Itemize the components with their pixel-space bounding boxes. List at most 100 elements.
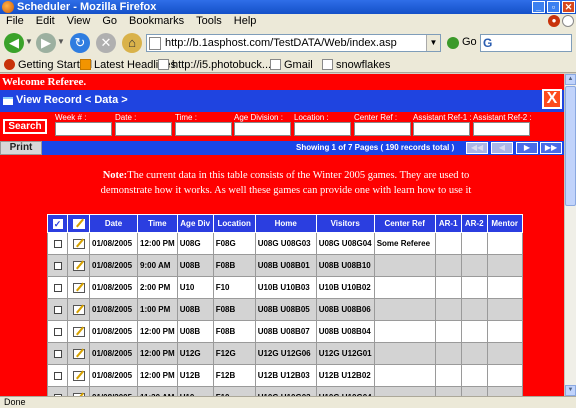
menu-help[interactable]: Help	[228, 14, 263, 29]
bookmark-photobucket[interactable]: http://i5.photobuck...	[158, 59, 271, 71]
edit-icon[interactable]	[72, 348, 85, 359]
table-row[interactable]: 01/08/2005 12:00 PM U08B F08B U08B U08B07 U08…	[47, 320, 523, 343]
cell-ar1	[434, 298, 462, 321]
edit-icon[interactable]	[72, 326, 85, 337]
cell-time: 9:00 AM	[137, 254, 178, 277]
bookmark-snowflakes[interactable]: snowflakes	[322, 59, 390, 71]
filter-age-division-input[interactable]	[234, 122, 291, 136]
table-row[interactable]: 01/08/2005 12:00 PM U12B F12B U12B U12B03 U12…	[47, 364, 523, 387]
back-button[interactable]: ◀	[4, 33, 24, 53]
filter-date-input[interactable]	[115, 122, 172, 136]
table-row[interactable]: 01/08/200511:30 AMU10F10U10G U10G03U10G …	[47, 386, 523, 396]
table-row[interactable]: 01/08/2005 1:00 PM U08B F08B U08B U08B05 U08B…	[47, 298, 523, 321]
row-checkbox[interactable]	[53, 239, 62, 248]
row-edit-cell[interactable]	[67, 254, 90, 277]
cell-age-div: U10	[176, 276, 214, 299]
select-all-checkbox[interactable]: ✓	[52, 218, 63, 229]
menu-file[interactable]: File	[0, 14, 30, 29]
close-window-button[interactable]: ✕	[562, 1, 575, 13]
first-page-button[interactable]: ◀◀	[466, 142, 488, 154]
row-select-cell[interactable]	[47, 298, 68, 321]
row-select-cell[interactable]	[47, 320, 68, 343]
search-button[interactable]: Search	[3, 119, 47, 134]
row-edit-cell[interactable]	[67, 342, 90, 365]
cell-date: 01/08/2005	[89, 276, 138, 299]
filter-center-ref-input[interactable]	[354, 122, 411, 136]
back-dropdown-icon[interactable]: ▼	[25, 37, 33, 46]
last-page-button[interactable]: ▶▶	[540, 142, 562, 154]
scroll-up-icon[interactable]: ▲	[565, 74, 576, 85]
table-row[interactable]: 01/08/2005 9:00 AM U08B F08B U08B U08B01 U08B…	[47, 254, 523, 277]
row-select-cell[interactable]	[47, 276, 68, 299]
cell-date: 01/08/2005	[89, 364, 138, 387]
menu-bookmarks[interactable]: Bookmarks	[123, 14, 190, 29]
scroll-down-icon[interactable]: ▼	[565, 385, 576, 396]
go-icon[interactable]	[447, 37, 459, 49]
edit-icon[interactable]	[72, 238, 85, 249]
welcome-text: Welcome Referee.	[2, 76, 87, 88]
next-page-button[interactable]: ▶	[516, 142, 538, 154]
table-row[interactable]: 01/08/2005 12:00 PM U12G F12G U12G U12G06 U12…	[47, 342, 523, 365]
reload-button[interactable]: ↻	[70, 33, 90, 53]
row-edit-cell[interactable]	[67, 232, 90, 255]
bookmark-getting-started[interactable]: Getting Started	[4, 59, 92, 71]
row-edit-cell[interactable]	[67, 320, 90, 343]
row-checkbox[interactable]	[53, 283, 62, 292]
view-record-bar: View Record < Data >	[0, 90, 564, 112]
cell-visitors: U10B U10B02	[315, 276, 375, 299]
bookmark-gmail[interactable]: Gmail	[270, 59, 313, 71]
page-scrollbar[interactable]: ▲ ▼	[564, 74, 576, 396]
url-dropdown-icon[interactable]: ▼	[426, 35, 440, 51]
edit-icon[interactable]	[72, 304, 85, 315]
home-button[interactable]: ⌂	[122, 33, 142, 53]
row-select-cell[interactable]	[47, 254, 68, 277]
row-checkbox[interactable]	[53, 349, 62, 358]
row-checkbox[interactable]	[53, 327, 62, 336]
row-edit-cell[interactable]	[67, 364, 90, 387]
prev-page-button[interactable]: ◀	[491, 142, 513, 154]
row-select-cell[interactable]	[47, 232, 68, 255]
select-all-header[interactable]: ✓	[47, 214, 68, 233]
url-field[interactable]: http://b.1asphost.com/TestDATA/Web/index…	[146, 34, 441, 52]
forward-dropdown-icon[interactable]: ▼	[57, 37, 65, 46]
search-field[interactable]: G	[480, 34, 572, 52]
row-select-cell[interactable]	[47, 342, 68, 365]
table-row[interactable]: 01/08/2005 2:00 PM U10 F10 U10B U10B03 U10B U…	[47, 276, 523, 299]
row-checkbox[interactable]	[53, 305, 62, 314]
filter-week-input[interactable]	[55, 122, 112, 136]
cell-date: 01/08/2005	[89, 232, 138, 255]
filter-ar1-input[interactable]	[413, 122, 470, 136]
filter-location-input[interactable]	[294, 122, 351, 136]
table-row[interactable]: 01/08/2005 12:00 PM U08G F08G U08G U08G03 U08…	[47, 232, 523, 255]
close-view-button[interactable]: X	[542, 89, 562, 109]
edit-icon[interactable]	[72, 260, 85, 271]
cell-date: 01/08/2005	[89, 342, 138, 365]
forward-button[interactable]: ▶	[36, 33, 56, 53]
menu-edit[interactable]: Edit	[30, 14, 61, 29]
row-checkbox[interactable]	[53, 261, 62, 270]
scroll-thumb[interactable]	[565, 86, 576, 206]
cell-date: 01/08/2005	[89, 320, 138, 343]
print-button[interactable]: Print	[0, 141, 42, 155]
row-edit-cell[interactable]	[67, 298, 90, 321]
row-select-cell[interactable]	[47, 364, 68, 387]
row-checkbox[interactable]	[53, 371, 62, 380]
update-icon[interactable]: ●	[548, 15, 560, 27]
edit-icon[interactable]	[72, 282, 85, 293]
menu-go[interactable]: Go	[96, 14, 123, 29]
filter-ar2-input[interactable]	[473, 122, 530, 136]
row-edit-cell[interactable]	[67, 276, 90, 299]
row-edit-cell[interactable]	[67, 386, 90, 396]
minimize-button[interactable]: _	[532, 1, 545, 13]
table-header-row: ✓ Date Time Age Div Location Home Visito…	[47, 214, 523, 233]
rss-icon	[80, 59, 91, 70]
stop-button[interactable]: ✕	[96, 33, 116, 53]
maximize-button[interactable]: ▫	[547, 1, 560, 13]
edit-icon[interactable]	[72, 370, 85, 381]
go-label[interactable]: Go	[462, 36, 477, 48]
menu-tools[interactable]: Tools	[190, 14, 228, 29]
menu-view[interactable]: View	[61, 14, 97, 29]
row-select-cell[interactable]	[47, 386, 68, 396]
filter-time-input[interactable]	[175, 122, 232, 136]
cell-age-div: U08B	[176, 298, 214, 321]
